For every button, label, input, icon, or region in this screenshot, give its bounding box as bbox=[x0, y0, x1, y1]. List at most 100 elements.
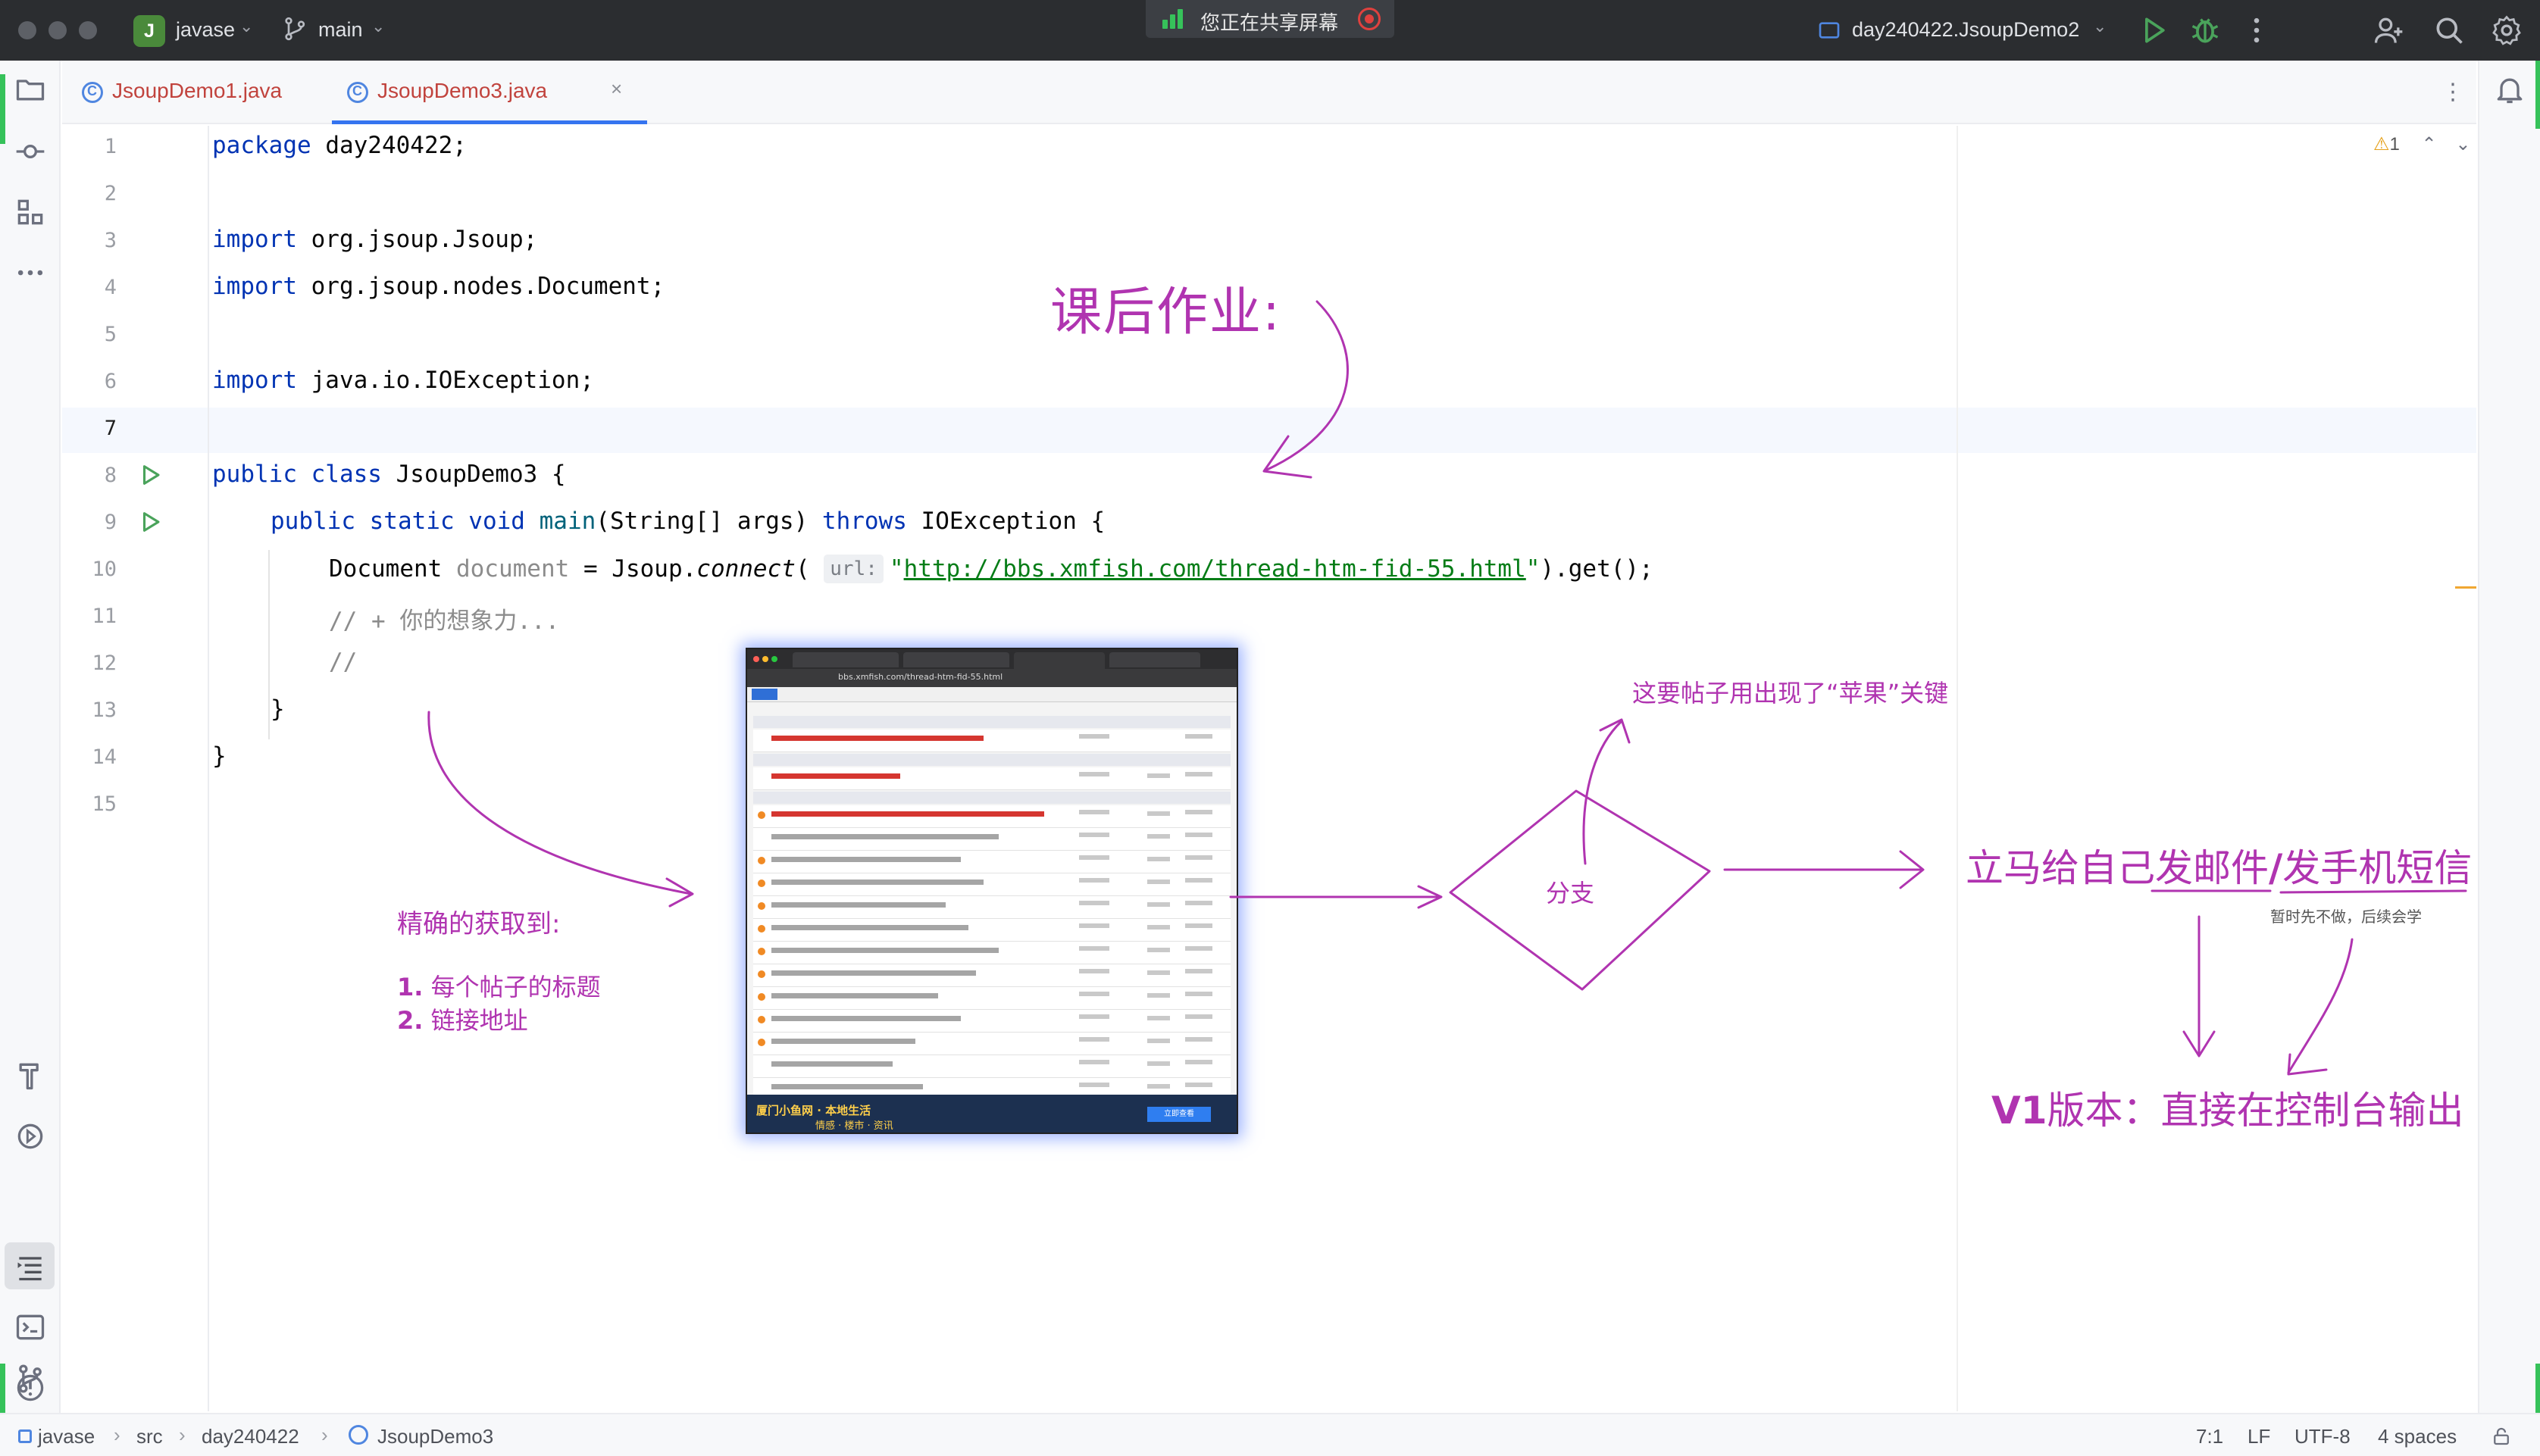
java-class-icon bbox=[347, 82, 368, 103]
build-hammer-icon[interactable] bbox=[14, 1059, 47, 1092]
tab-label: JsoupDemo1.java bbox=[112, 79, 283, 102]
forum-thread-row bbox=[753, 919, 1231, 942]
notifications-bell-icon[interactable] bbox=[2493, 73, 2526, 106]
services-icon[interactable] bbox=[14, 1120, 47, 1153]
version-control-icon[interactable] bbox=[14, 1362, 47, 1395]
forum-thread-row bbox=[753, 767, 1231, 790]
banner-subtitle: 情感 · 楼市 · 资讯 bbox=[815, 1120, 893, 1132]
line-number: 13 bbox=[92, 698, 117, 722]
maximize-window-button[interactable] bbox=[79, 21, 97, 39]
precise-title: 精确的获取到: bbox=[397, 909, 561, 939]
sharing-edge-marker bbox=[2535, 61, 2540, 129]
warning-count: 1 bbox=[2389, 134, 2400, 155]
v1-version-note: V1版本：直接在控制台输出 bbox=[1991, 1089, 2464, 1133]
homework-title: 课后作业: bbox=[1050, 283, 1281, 342]
forum-thread-row bbox=[753, 964, 1231, 987]
screen-sharing-indicator[interactable]: 您正在共享屏幕 bbox=[1146, 0, 1394, 38]
code-line-11: // + 你的想象力... bbox=[329, 608, 560, 635]
sharing-edge-marker bbox=[0, 74, 5, 144]
forum-thread-row bbox=[753, 1055, 1231, 1078]
run-icon[interactable] bbox=[2137, 14, 2170, 47]
breadcrumb-class[interactable]: JsoupDemo3 bbox=[377, 1425, 493, 1448]
search-icon[interactable] bbox=[2432, 14, 2466, 47]
line-number: 8 bbox=[104, 464, 117, 487]
branch-label: 分支 bbox=[1546, 879, 1595, 908]
tab-jsoupdemo1[interactable]: JsoupDemo1.java bbox=[62, 61, 289, 124]
commit-icon[interactable] bbox=[14, 135, 47, 168]
minimize-window-button[interactable] bbox=[48, 21, 67, 39]
warning-icon: ⚠ bbox=[2373, 134, 2390, 155]
line-number: 11 bbox=[92, 605, 117, 628]
stop-sharing-icon[interactable] bbox=[1358, 8, 1381, 30]
settings-gear-icon[interactable] bbox=[2490, 14, 2523, 47]
more-vertical-icon[interactable] bbox=[2240, 14, 2273, 47]
structure-icon[interactable] bbox=[14, 195, 47, 229]
lock-icon[interactable] bbox=[2490, 1425, 2513, 1448]
right-margin-guide bbox=[1957, 126, 1958, 1411]
signal-bars-icon bbox=[1162, 9, 1185, 29]
sharing-edge-marker bbox=[2535, 1364, 2540, 1413]
branch-selector[interactable]: main bbox=[318, 18, 363, 42]
chevron-down-icon: ⌄ bbox=[371, 17, 386, 36]
browser-tabstrip bbox=[747, 649, 1237, 669]
title-bar: J javase ⌄ main ⌄ 您正在共享屏幕 day240422.Jsou… bbox=[0, 0, 2540, 61]
forum-thread-row bbox=[753, 851, 1231, 873]
forum-page-screenshot: bbs.xmfish.com/thread-htm-fid-55.html 厦门… bbox=[746, 648, 1238, 1134]
parameter-hint: url: bbox=[824, 555, 884, 583]
tab-jsoupdemo3[interactable]: JsoupDemo3.java × bbox=[332, 61, 647, 124]
project-badge[interactable]: J bbox=[133, 15, 165, 47]
breadcrumb-package[interactable]: day240422 bbox=[202, 1425, 299, 1448]
sharing-edge-marker bbox=[0, 1364, 5, 1413]
code-line-14: } bbox=[212, 742, 227, 770]
tab-options-icon[interactable]: ⋮ bbox=[2441, 79, 2465, 105]
breadcrumb-project[interactable]: javase bbox=[38, 1425, 95, 1448]
code-line-3: import org.jsoup.Jsoup; bbox=[212, 226, 538, 253]
forum-thread-row bbox=[753, 730, 1231, 752]
previous-problem-icon[interactable]: ⌃ bbox=[2422, 134, 2437, 155]
run-tool-window-icon[interactable] bbox=[14, 1250, 47, 1283]
run-class-icon[interactable] bbox=[138, 462, 164, 488]
forum-section-header bbox=[753, 716, 1231, 728]
forum-thread-row bbox=[753, 942, 1231, 964]
java-class-icon bbox=[82, 82, 103, 103]
breadcrumb-chevron-icon: › bbox=[114, 1423, 120, 1446]
close-window-button[interactable] bbox=[18, 21, 36, 39]
project-folder-icon[interactable] bbox=[14, 73, 47, 106]
run-config-selector[interactable]: day240422.JsoupDemo2 bbox=[1852, 18, 2079, 42]
forum-nav-active bbox=[752, 689, 777, 700]
code-line-13: } bbox=[271, 695, 285, 723]
project-selector[interactable]: javase bbox=[176, 18, 235, 42]
breadcrumb-chevron-icon: › bbox=[179, 1423, 186, 1446]
run-main-icon[interactable] bbox=[138, 509, 164, 535]
more-tools-icon[interactable] bbox=[14, 256, 47, 289]
debug-icon[interactable] bbox=[2188, 14, 2222, 47]
line-number: 12 bbox=[92, 651, 117, 675]
url-link[interactable]: http://bbs.xmfish.com/thread-htm-fid-55.… bbox=[904, 555, 1526, 583]
apple-keyword-condition: 这要帖子用出现了“苹果”关键 bbox=[1632, 679, 1949, 708]
line-separator[interactable]: LF bbox=[2248, 1425, 2270, 1448]
code-line-6: import java.io.IOException; bbox=[212, 367, 594, 394]
caret-position[interactable]: 7:1 bbox=[2196, 1425, 2223, 1448]
indent-setting[interactable]: 4 spaces bbox=[2378, 1425, 2457, 1448]
file-encoding[interactable]: UTF-8 bbox=[2294, 1425, 2351, 1448]
requirement-item-1: 1. 每个帖子的标题 bbox=[397, 973, 601, 1001]
terminal-icon[interactable] bbox=[14, 1311, 47, 1344]
code-line-4: import org.jsoup.nodes.Document; bbox=[212, 273, 665, 300]
next-problem-icon[interactable]: ⌄ bbox=[2455, 134, 2470, 155]
line-number: 14 bbox=[92, 745, 117, 769]
status-bar: javase › src › day240422 › JsoupDemo3 7:… bbox=[0, 1413, 2540, 1456]
forum-thread-row bbox=[753, 805, 1231, 828]
inspection-widget[interactable]: ⚠1 ⌃ ⌄ bbox=[2373, 133, 2470, 155]
banner-title: 厦门小鱼网 · 本地生活 bbox=[756, 1104, 871, 1117]
scrollbar-warning-marker bbox=[2455, 586, 2476, 589]
forum-thread-row bbox=[753, 828, 1231, 851]
close-tab-icon[interactable]: × bbox=[611, 77, 622, 101]
browser-url: bbs.xmfish.com/thread-htm-fid-55.html bbox=[838, 672, 1003, 682]
line-number: 6 bbox=[104, 370, 117, 393]
forum-section-header bbox=[753, 754, 1231, 766]
forum-thread-row bbox=[753, 1010, 1231, 1033]
chevron-down-icon: ⌄ bbox=[2093, 17, 2107, 36]
forum-ad-banner: 厦门小鱼网 · 本地生活 情感 · 楼市 · 资讯 立即查看 bbox=[747, 1095, 1237, 1133]
breadcrumb-src[interactable]: src bbox=[136, 1425, 163, 1448]
add-user-icon[interactable] bbox=[2372, 14, 2405, 47]
